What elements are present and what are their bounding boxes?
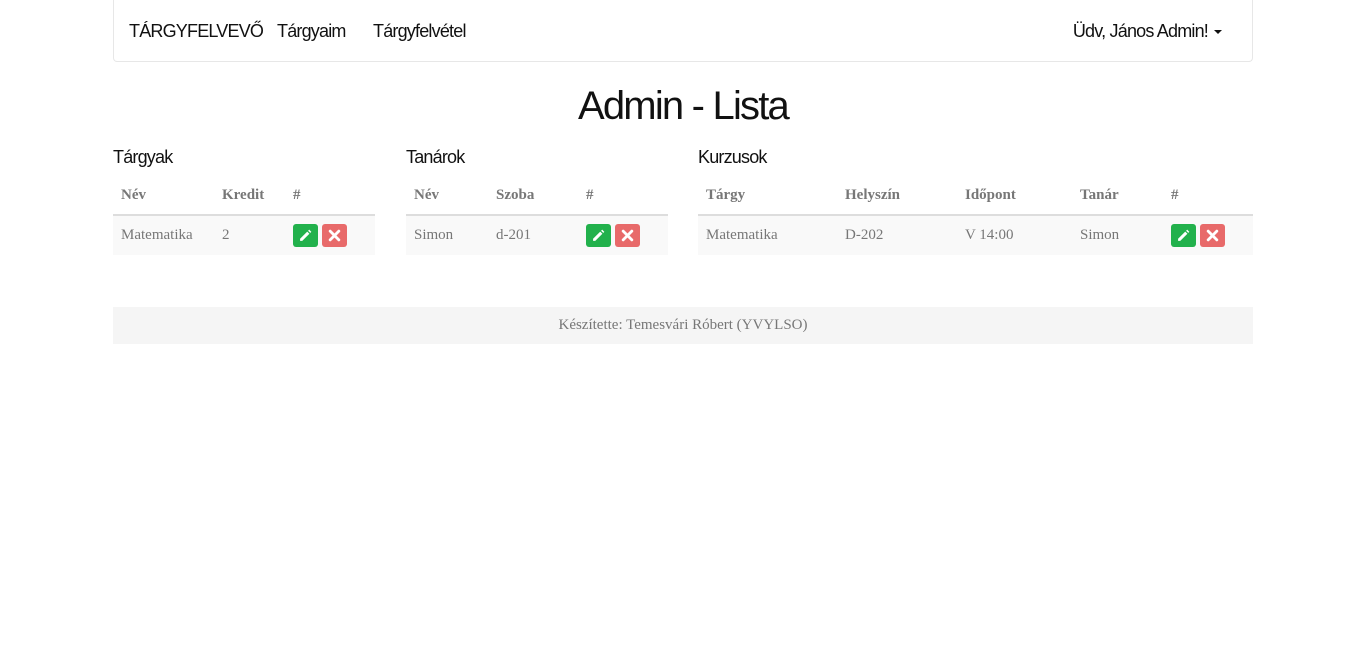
column-header: Időpont	[957, 176, 1072, 216]
nav-link-targyaim[interactable]: Tárgyaim	[277, 20, 346, 42]
user-menu-dropdown[interactable]: Üdv, János Admin!	[1073, 20, 1222, 42]
course-subject-cell: Matematika	[698, 215, 837, 255]
course-time-cell: V 14:00	[957, 215, 1072, 255]
column-header: Szoba	[488, 176, 578, 216]
subject-name-cell: Matematika	[113, 215, 214, 255]
column-header: Név	[406, 176, 488, 216]
table-header-row: Tárgy Helyszín Időpont Tanár #	[698, 176, 1253, 216]
teachers-title: Tanárok	[406, 147, 465, 167]
navbar: TÁRGYFELVEVŐ Tárgyaim Tárgyfelvétel Üdv,…	[113, 0, 1253, 62]
footer-text: Készítette: Temesvári Róbert (YVYLSO)	[558, 317, 808, 333]
actions-cell	[578, 215, 668, 255]
actions-cell	[285, 215, 375, 255]
course-teacher-cell: Simon	[1072, 215, 1163, 255]
page-title: Admin - Lista	[577, 84, 790, 128]
actions-cell	[1163, 215, 1253, 255]
column-header: #	[578, 176, 668, 216]
column-header: Helyszín	[837, 176, 957, 216]
brand-link[interactable]: TÁRGYFELVEVŐ	[129, 20, 264, 42]
nav-link-targyfelvetel[interactable]: Tárgyfelvétel	[373, 20, 466, 42]
column-header: Tárgy	[698, 176, 837, 216]
table-row: Matematika 2	[113, 215, 375, 255]
column-header: Tanár	[1072, 176, 1163, 216]
course-location-cell: D-202	[837, 215, 957, 255]
close-icon	[328, 229, 341, 242]
table-header-row: Név Kredit #	[113, 176, 375, 216]
subjects-table: Név Kredit # Matematika 2	[113, 176, 375, 255]
delete-course-button[interactable]	[1200, 224, 1225, 247]
pencil-icon	[593, 229, 605, 241]
teachers-table: Név Szoba # Simon d-201	[406, 176, 668, 255]
edit-subject-button[interactable]	[293, 224, 318, 247]
caret-down-icon	[1214, 30, 1222, 35]
user-menu-label: Üdv, János Admin!	[1072, 21, 1209, 41]
edit-course-button[interactable]	[1171, 224, 1196, 247]
close-icon	[1206, 229, 1219, 242]
footer: Készítette: Temesvári Róbert (YVYLSO)	[113, 307, 1253, 344]
column-header: Név	[113, 176, 214, 216]
delete-subject-button[interactable]	[322, 224, 347, 247]
delete-teacher-button[interactable]	[615, 224, 640, 247]
column-header: #	[1163, 176, 1253, 216]
courses-table: Tárgy Helyszín Időpont Tanár # Matematik…	[698, 176, 1253, 255]
edit-teacher-button[interactable]	[586, 224, 611, 247]
pencil-icon	[300, 229, 312, 241]
courses-title: Kurzusok	[698, 147, 767, 167]
teacher-room-cell: d-201	[488, 215, 578, 255]
teacher-name-cell: Simon	[406, 215, 488, 255]
pencil-icon	[1178, 229, 1190, 241]
close-icon	[621, 229, 634, 242]
table-row: Matematika D-202 V 14:00 Simon	[698, 215, 1253, 255]
subject-credit-cell: 2	[214, 215, 285, 255]
column-header: Kredit	[214, 176, 285, 216]
table-header-row: Név Szoba #	[406, 176, 668, 216]
subjects-title: Tárgyak	[113, 147, 173, 167]
table-row: Simon d-201	[406, 215, 668, 255]
column-header: #	[285, 176, 375, 216]
